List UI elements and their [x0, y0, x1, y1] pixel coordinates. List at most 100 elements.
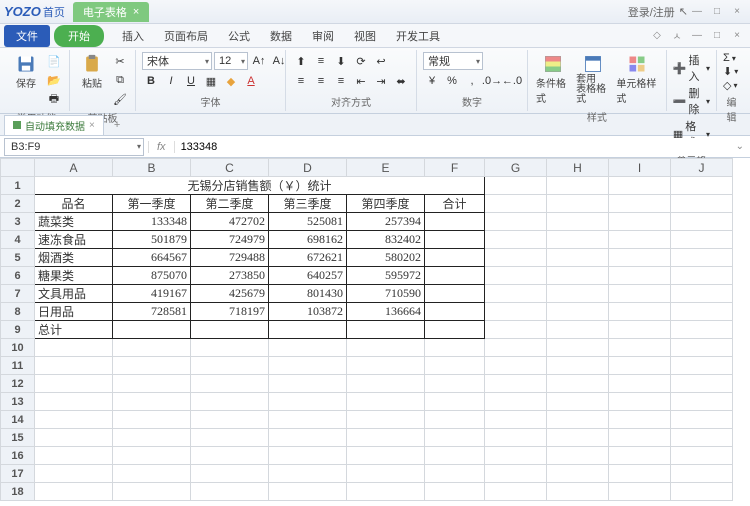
col-header[interactable]: J [671, 159, 733, 177]
fill-color-icon[interactable]: ◆ [222, 72, 240, 90]
row-header[interactable]: 1 [1, 177, 35, 195]
cell[interactable] [485, 483, 547, 501]
cell[interactable] [547, 285, 609, 303]
cell[interactable] [671, 303, 733, 321]
cell[interactable] [609, 411, 671, 429]
format-painter-icon[interactable]: 🖌 [111, 90, 129, 108]
cell[interactable] [191, 339, 269, 357]
cell[interactable] [609, 195, 671, 213]
cell[interactable] [671, 411, 733, 429]
cell[interactable] [425, 357, 485, 375]
cell[interactable] [269, 429, 347, 447]
cell[interactable]: 蔬菜类 [35, 213, 113, 231]
select-all-corner[interactable] [1, 159, 35, 177]
wrap-text-icon[interactable]: ↩ [372, 52, 390, 70]
row-header[interactable]: 7 [1, 285, 35, 303]
cell-style-button[interactable]: 单元格样式 [614, 52, 659, 107]
col-header[interactable]: C [191, 159, 269, 177]
cell[interactable] [609, 177, 671, 195]
fx-icon[interactable]: fx [148, 141, 175, 153]
cell[interactable] [113, 429, 191, 447]
cell[interactable] [35, 447, 113, 465]
cell[interactable] [425, 429, 485, 447]
row-header[interactable]: 3 [1, 213, 35, 231]
cell[interactable] [609, 375, 671, 393]
col-header[interactable]: G [485, 159, 547, 177]
close-button[interactable]: × [728, 4, 746, 20]
cell[interactable] [269, 483, 347, 501]
cell[interactable] [269, 447, 347, 465]
sheet-close-icon[interactable]: × [89, 120, 95, 131]
new-icon[interactable]: 📄 [45, 52, 63, 70]
save-button[interactable]: 保存 [10, 52, 42, 92]
row-header[interactable]: 5 [1, 249, 35, 267]
menu-review[interactable]: 审阅 [302, 25, 344, 47]
cell[interactable]: 273850 [191, 267, 269, 285]
cell[interactable]: 糖果类 [35, 267, 113, 285]
row-header[interactable]: 13 [1, 393, 35, 411]
menu-start[interactable]: 开始 [54, 25, 104, 47]
cell[interactable]: 698162 [269, 231, 347, 249]
cell[interactable] [671, 249, 733, 267]
cell[interactable] [425, 213, 485, 231]
row-header[interactable]: 12 [1, 375, 35, 393]
cell[interactable] [113, 375, 191, 393]
cell[interactable] [609, 213, 671, 231]
delete-cells-button[interactable]: ➖删除▾ [673, 85, 710, 117]
title-cell[interactable]: 无锡分店销售额（￥）统计 [35, 177, 485, 195]
row-header[interactable]: 14 [1, 411, 35, 429]
cell[interactable] [347, 393, 425, 411]
cell[interactable]: 724979 [191, 231, 269, 249]
merge-icon[interactable]: ⬌ [392, 72, 410, 90]
bold-icon[interactable]: B [142, 72, 160, 90]
cell[interactable] [269, 465, 347, 483]
cell[interactable] [35, 375, 113, 393]
cell[interactable] [671, 321, 733, 339]
header-cell[interactable]: 第一季度 [113, 195, 191, 213]
cell[interactable] [547, 411, 609, 429]
cell[interactable] [191, 483, 269, 501]
increase-font-icon[interactable]: A↑ [250, 52, 268, 70]
cell[interactable] [671, 195, 733, 213]
menu-layout[interactable]: 页面布局 [154, 25, 218, 47]
expand-formula-icon[interactable]: ⌄ [730, 141, 750, 152]
cell[interactable]: 640257 [269, 267, 347, 285]
cell[interactable] [113, 339, 191, 357]
cell[interactable] [191, 393, 269, 411]
menu-file[interactable]: 文件 [4, 25, 50, 47]
cell[interactable] [485, 177, 547, 195]
italic-icon[interactable]: I [162, 72, 180, 90]
cell[interactable] [547, 483, 609, 501]
align-left-icon[interactable]: ≡ [292, 72, 310, 90]
cell[interactable] [485, 213, 547, 231]
col-header[interactable]: B [113, 159, 191, 177]
currency-icon[interactable]: ¥ [423, 72, 441, 90]
cell[interactable] [609, 267, 671, 285]
cell[interactable] [485, 303, 547, 321]
cell[interactable] [113, 321, 191, 339]
cell[interactable] [425, 249, 485, 267]
cell[interactable] [609, 465, 671, 483]
cell[interactable] [671, 465, 733, 483]
cell[interactable] [35, 429, 113, 447]
col-header[interactable]: F [425, 159, 485, 177]
cell[interactable] [609, 429, 671, 447]
add-sheet-button[interactable]: + [108, 119, 126, 131]
cell[interactable] [547, 303, 609, 321]
cell[interactable]: 烟酒类 [35, 249, 113, 267]
cell[interactable] [547, 213, 609, 231]
cell[interactable]: 136664 [347, 303, 425, 321]
cell[interactable] [485, 393, 547, 411]
spreadsheet-grid[interactable]: ABCDEFGHIJ1无锡分店销售额（￥）统计2品名第一季度第二季度第三季度第四… [0, 158, 750, 504]
ribbon-min-icon[interactable]: — [688, 28, 706, 44]
cell[interactable] [425, 285, 485, 303]
row-header[interactable]: 15 [1, 429, 35, 447]
cell[interactable] [671, 429, 733, 447]
cell[interactable] [269, 375, 347, 393]
cell[interactable] [671, 483, 733, 501]
header-cell[interactable]: 第二季度 [191, 195, 269, 213]
cell[interactable] [425, 339, 485, 357]
menu-insert[interactable]: 插入 [112, 25, 154, 47]
cell[interactable] [269, 411, 347, 429]
cell[interactable] [485, 339, 547, 357]
